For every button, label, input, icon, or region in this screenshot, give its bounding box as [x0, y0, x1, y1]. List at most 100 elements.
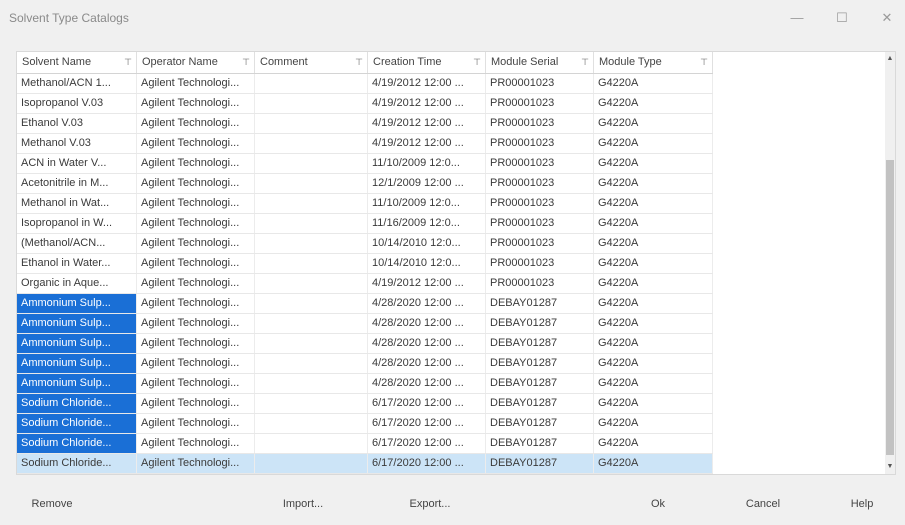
- close-icon[interactable]: ✕: [872, 6, 902, 30]
- table-row[interactable]: Acetonitrile in M... Agilent Technologi..…: [17, 174, 713, 194]
- module-type-cell[interactable]: G4220A: [594, 134, 713, 153]
- creation-time-cell[interactable]: 6/17/2020 12:00 ...: [368, 454, 486, 473]
- solvent-name-cell[interactable]: Ammonium Sulp...: [17, 334, 137, 353]
- minimize-icon[interactable]: —: [782, 6, 812, 30]
- scroll-down-icon[interactable]: ▼: [885, 460, 895, 474]
- module-serial-cell[interactable]: PR00001023: [486, 274, 594, 293]
- module-type-cell[interactable]: G4220A: [594, 214, 713, 233]
- creation-time-cell[interactable]: 4/28/2020 12:00 ...: [368, 334, 486, 353]
- solvent-name-cell[interactable]: (Methanol/ACN...: [17, 234, 137, 253]
- solvent-name-cell[interactable]: Acetonitrile in M...: [17, 174, 137, 193]
- ok-button[interactable]: Ok: [640, 494, 676, 514]
- comment-cell[interactable]: [255, 414, 368, 433]
- maximize-icon[interactable]: ☐: [827, 6, 857, 30]
- comment-cell[interactable]: [255, 294, 368, 313]
- table-row[interactable]: (Methanol/ACN... Agilent Technologi... 10/…: [17, 234, 713, 254]
- import-button[interactable]: Import...: [278, 494, 328, 514]
- operator-name-cell[interactable]: Agilent Technologi...: [137, 354, 255, 373]
- comment-cell[interactable]: [255, 174, 368, 193]
- comment-cell[interactable]: [255, 274, 368, 293]
- module-serial-cell[interactable]: PR00001023: [486, 194, 594, 213]
- solvent-name-cell[interactable]: Ammonium Sulp...: [17, 314, 137, 333]
- module-serial-cell[interactable]: DEBAY01287: [486, 314, 594, 333]
- module-serial-cell[interactable]: DEBAY01287: [486, 454, 594, 473]
- solvent-name-cell[interactable]: Organic in Aque...: [17, 274, 137, 293]
- filter-icon[interactable]: ⊤: [124, 52, 132, 73]
- module-serial-cell[interactable]: PR00001023: [486, 154, 594, 173]
- creation-time-cell[interactable]: 4/28/2020 12:00 ...: [368, 294, 486, 313]
- comment-cell[interactable]: [255, 314, 368, 333]
- creation-time-cell[interactable]: 10/14/2010 12:0...: [368, 234, 486, 253]
- solvent-name-cell[interactable]: Isopropanol V.03: [17, 94, 137, 113]
- table-row[interactable]: Sodium Chloride... Agilent Technologi... 6…: [17, 394, 713, 414]
- operator-name-cell[interactable]: Agilent Technologi...: [137, 94, 255, 113]
- module-type-cell[interactable]: G4220A: [594, 274, 713, 293]
- operator-name-cell[interactable]: Agilent Technologi...: [137, 194, 255, 213]
- operator-name-cell[interactable]: Agilent Technologi...: [137, 394, 255, 413]
- module-type-cell[interactable]: G4220A: [594, 354, 713, 373]
- module-serial-cell[interactable]: PR00001023: [486, 94, 594, 113]
- table-row[interactable]: Sodium Chloride... Agilent Technologi... 6…: [17, 434, 713, 454]
- creation-time-cell[interactable]: 4/19/2012 12:00 ...: [368, 94, 486, 113]
- comment-cell[interactable]: [255, 154, 368, 173]
- module-serial-cell[interactable]: PR00001023: [486, 74, 594, 93]
- table-row[interactable]: Sodium Chloride... Agilent Technologi... 6…: [17, 414, 713, 434]
- module-serial-cell[interactable]: PR00001023: [486, 234, 594, 253]
- module-type-cell[interactable]: G4220A: [594, 374, 713, 393]
- operator-name-cell[interactable]: Agilent Technologi...: [137, 334, 255, 353]
- operator-name-cell[interactable]: Agilent Technologi...: [137, 454, 255, 473]
- creation-time-cell[interactable]: 11/10/2009 12:0...: [368, 194, 486, 213]
- module-type-cell[interactable]: G4220A: [594, 154, 713, 173]
- module-serial-cell[interactable]: PR00001023: [486, 254, 594, 273]
- creation-time-cell[interactable]: 4/19/2012 12:00 ...: [368, 74, 486, 93]
- filter-icon[interactable]: ⊤: [700, 52, 708, 73]
- solvent-name-cell[interactable]: Ethanol V.03: [17, 114, 137, 133]
- solvent-name-cell[interactable]: Ethanol in Water...: [17, 254, 137, 273]
- table-row[interactable]: Ethanol in Water... Agilent Technologi...…: [17, 254, 713, 274]
- column-header-creation-time[interactable]: Creation Time ⊤: [368, 52, 486, 73]
- module-type-cell[interactable]: G4220A: [594, 94, 713, 113]
- solvent-name-cell[interactable]: Sodium Chloride...: [17, 414, 137, 433]
- filter-icon[interactable]: ⊤: [473, 52, 481, 73]
- solvent-name-cell[interactable]: Isopropanol in W...: [17, 214, 137, 233]
- creation-time-cell[interactable]: 6/17/2020 12:00 ...: [368, 394, 486, 413]
- module-serial-cell[interactable]: PR00001023: [486, 134, 594, 153]
- module-type-cell[interactable]: G4220A: [594, 414, 713, 433]
- comment-cell[interactable]: [255, 434, 368, 453]
- operator-name-cell[interactable]: Agilent Technologi...: [137, 174, 255, 193]
- filter-icon[interactable]: ⊤: [242, 52, 250, 73]
- column-header-solvent-name[interactable]: Solvent Name ⊤: [17, 52, 137, 73]
- module-type-cell[interactable]: G4220A: [594, 74, 713, 93]
- creation-time-cell[interactable]: 4/28/2020 12:00 ...: [368, 354, 486, 373]
- operator-name-cell[interactable]: Agilent Technologi...: [137, 214, 255, 233]
- scrollbar-thumb[interactable]: [886, 160, 894, 455]
- table-row[interactable]: Sodium Chloride... Agilent Technologi... 6…: [17, 454, 713, 474]
- table-row[interactable]: Ammonium Sulp... Agilent Technologi... 4/2…: [17, 294, 713, 314]
- module-type-cell[interactable]: G4220A: [594, 114, 713, 133]
- creation-time-cell[interactable]: 4/19/2012 12:00 ...: [368, 274, 486, 293]
- operator-name-cell[interactable]: Agilent Technologi...: [137, 134, 255, 153]
- table-row[interactable]: Methanol/ACN 1... Agilent Technologi... 4/…: [17, 74, 713, 94]
- creation-time-cell[interactable]: 11/10/2009 12:0...: [368, 154, 486, 173]
- module-type-cell[interactable]: G4220A: [594, 314, 713, 333]
- module-serial-cell[interactable]: DEBAY01287: [486, 414, 594, 433]
- solvent-name-cell[interactable]: Ammonium Sulp...: [17, 354, 137, 373]
- table-row[interactable]: Isopropanol V.03 Agilent Technologi... 4/1…: [17, 94, 713, 114]
- solvent-catalog-table[interactable]: Solvent Name ⊤ Operator Name ⊤ Comment ⊤…: [16, 51, 896, 475]
- solvent-name-cell[interactable]: Ammonium Sulp...: [17, 294, 137, 313]
- creation-time-cell[interactable]: 12/1/2009 12:00 ...: [368, 174, 486, 193]
- cancel-button[interactable]: Cancel: [738, 494, 788, 514]
- module-type-cell[interactable]: G4220A: [594, 174, 713, 193]
- table-row[interactable]: Isopropanol in W... Agilent Technologi...…: [17, 214, 713, 234]
- comment-cell[interactable]: [255, 74, 368, 93]
- column-header-module-serial[interactable]: Module Serial ⊤: [486, 52, 594, 73]
- comment-cell[interactable]: [255, 134, 368, 153]
- comment-cell[interactable]: [255, 454, 368, 473]
- module-type-cell[interactable]: G4220A: [594, 234, 713, 253]
- solvent-name-cell[interactable]: Sodium Chloride...: [17, 394, 137, 413]
- module-type-cell[interactable]: G4220A: [594, 454, 713, 473]
- export-button[interactable]: Export...: [405, 494, 455, 514]
- comment-cell[interactable]: [255, 194, 368, 213]
- operator-name-cell[interactable]: Agilent Technologi...: [137, 414, 255, 433]
- module-type-cell[interactable]: G4220A: [594, 254, 713, 273]
